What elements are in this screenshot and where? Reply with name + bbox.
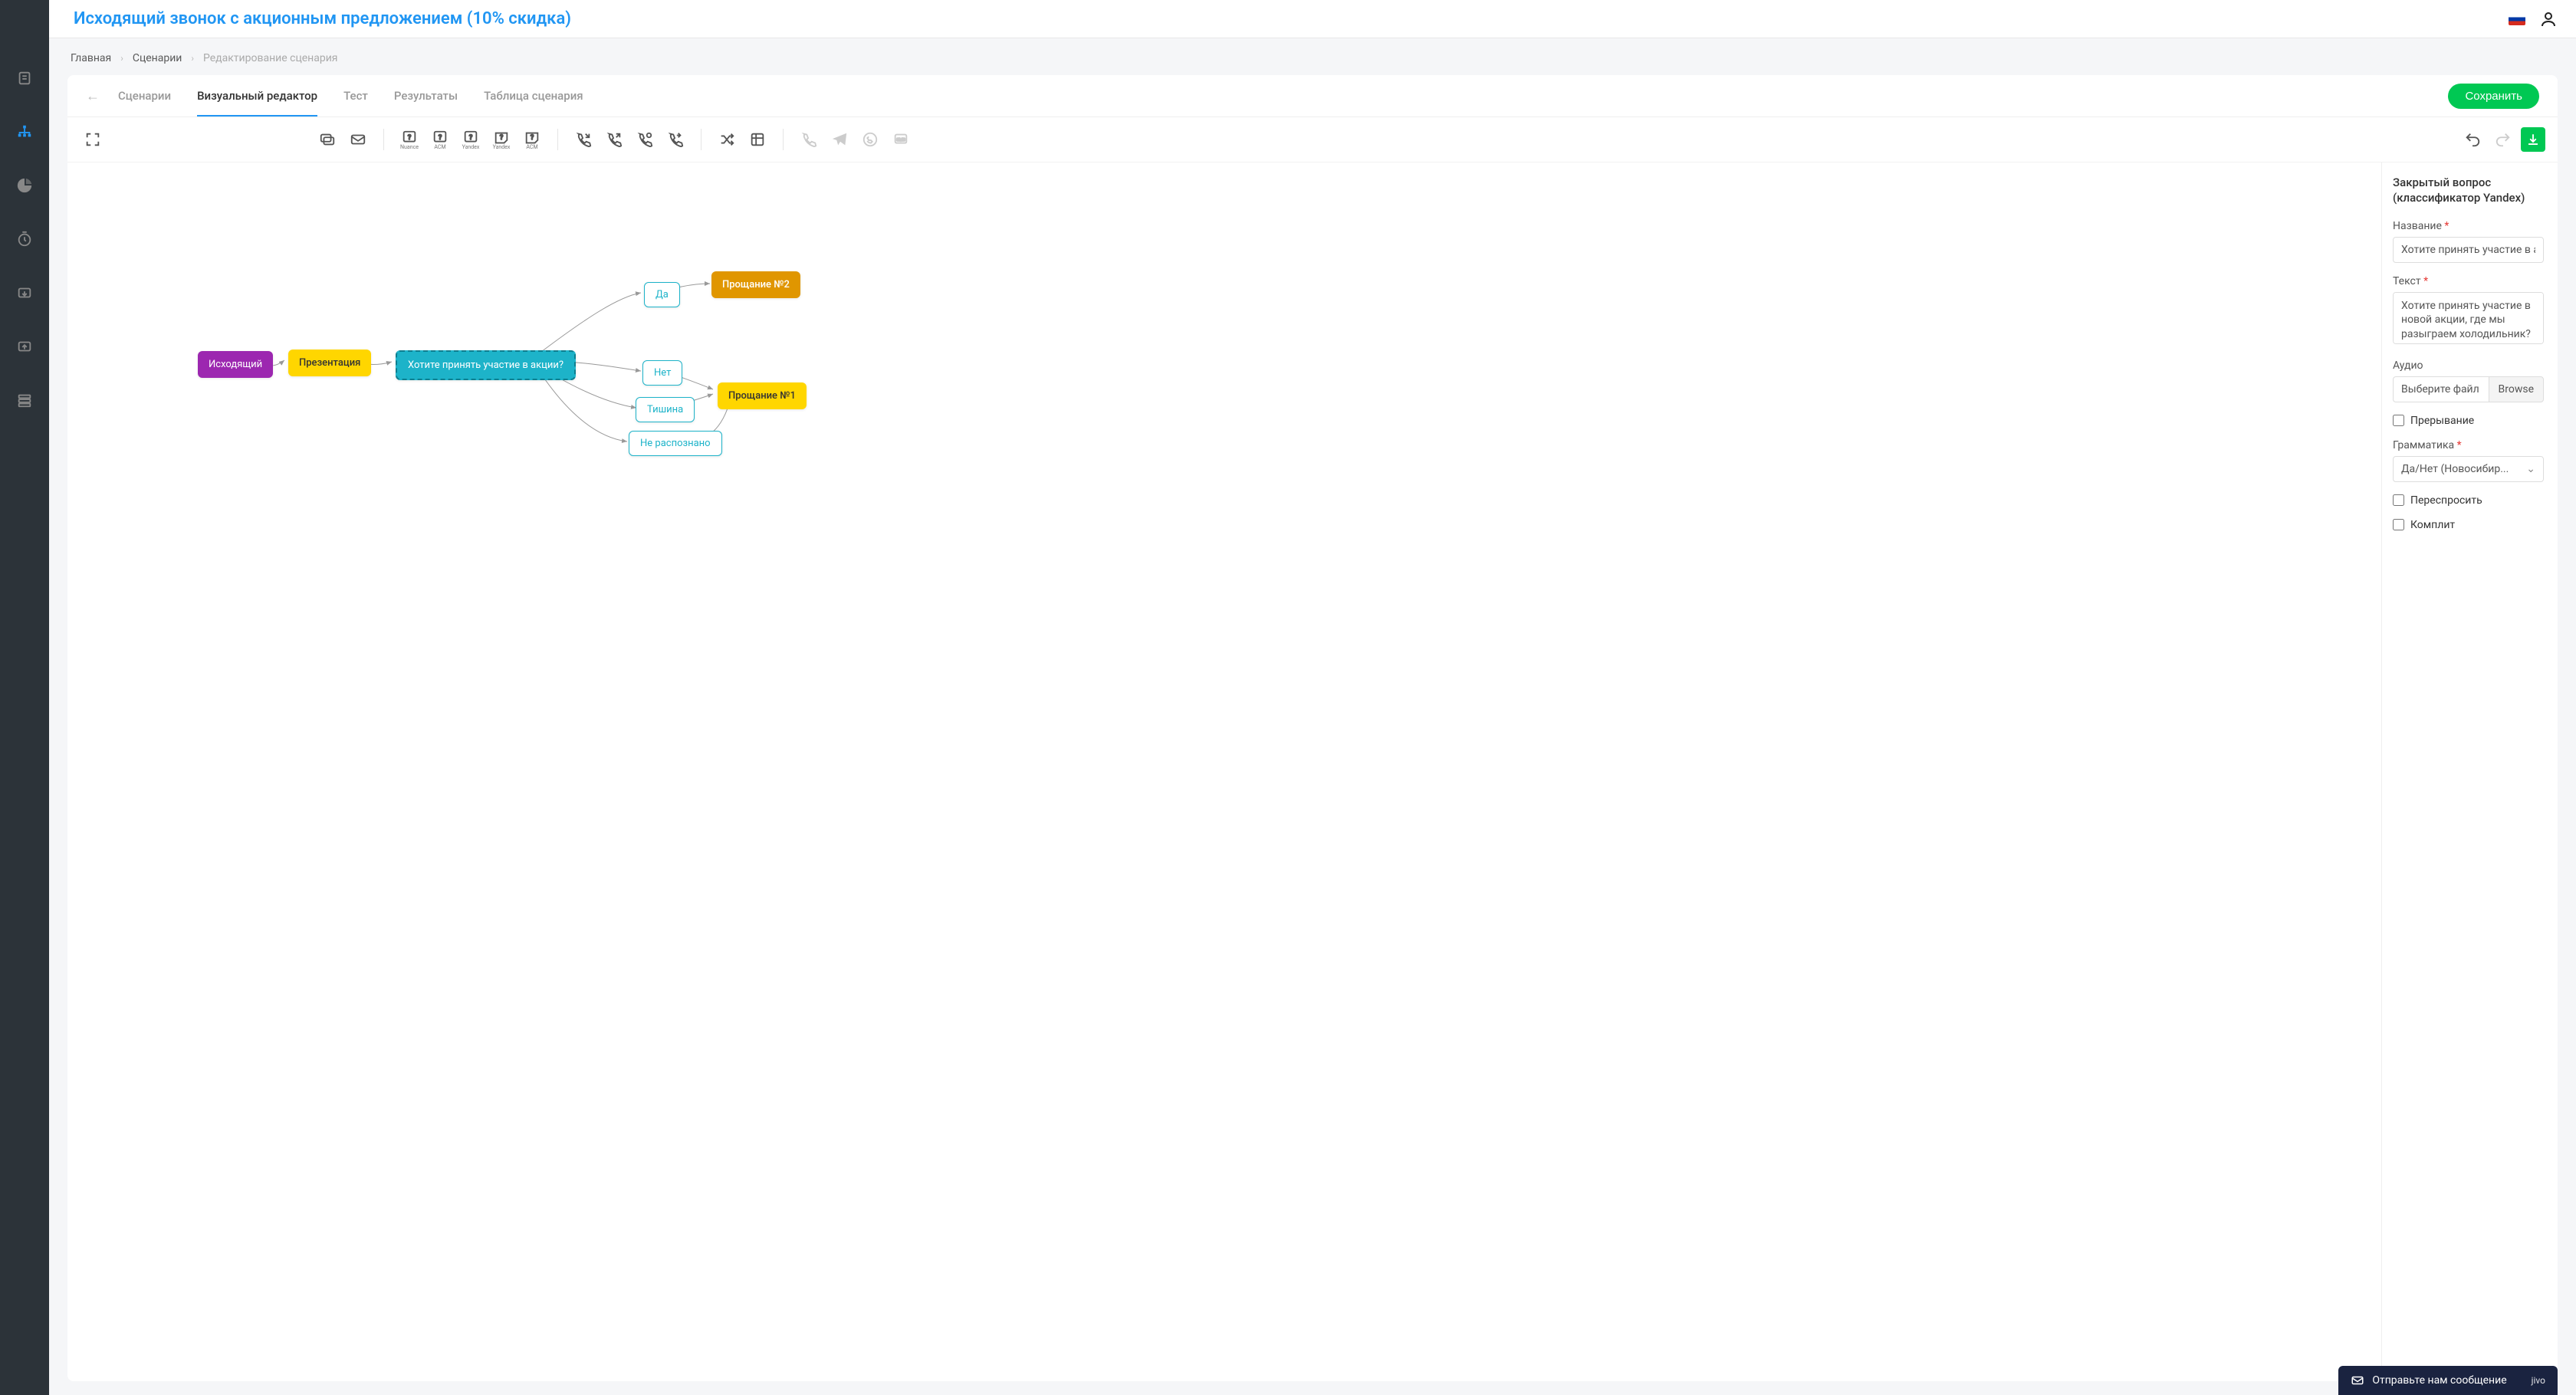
reask-checkbox[interactable]	[2393, 494, 2404, 506]
user-icon[interactable]	[2539, 10, 2558, 28]
page-title: Исходящий звонок с акционным предложение…	[74, 9, 571, 28]
breadcrumb-item[interactable]: Главная	[71, 52, 111, 64]
question-nuance-icon[interactable]: ?Nuance	[396, 126, 422, 153]
node-farewell1[interactable]: Прощание №1	[718, 382, 807, 409]
undo-icon[interactable]	[2459, 126, 2486, 153]
node-outgoing[interactable]: Исходящий	[198, 351, 273, 378]
tabs-row: ← Сценарии Визуальный редактор Тест Резу…	[67, 75, 2558, 117]
svg-text:?: ?	[408, 133, 411, 141]
node-question[interactable]: Хотите принять участие в акции?	[396, 350, 576, 380]
top-header: Исходящий звонок с акционным предложение…	[49, 0, 2576, 38]
breadcrumb-item[interactable]: Сценарии	[133, 52, 182, 64]
tab-scenarios[interactable]: Сценарии	[118, 75, 171, 117]
nav-icon-inbox[interactable]	[15, 284, 34, 302]
fullscreen-icon[interactable]	[80, 126, 106, 153]
complete-checkbox[interactable]	[2393, 519, 2404, 530]
save-button[interactable]: Сохранить	[2448, 84, 2539, 109]
question-acm-icon[interactable]: ?ACM	[427, 126, 453, 153]
breadcrumb: Главная › Сценарии › Редактирование сцен…	[71, 52, 2558, 64]
tab-results[interactable]: Результаты	[394, 75, 458, 117]
node-yes[interactable]: Да	[644, 282, 680, 307]
text-label: Текст *	[2393, 275, 2544, 287]
mail-icon	[2351, 1374, 2364, 1387]
tab-table[interactable]: Таблица сценария	[484, 75, 583, 117]
flow-canvas[interactable]: Исходящий Презентация Хотите принять уча…	[67, 162, 2381, 1381]
nav-icon-timer[interactable]	[15, 230, 34, 248]
chat-widget-brand: jivo	[2532, 1375, 2545, 1386]
flag-ru-icon[interactable]	[2509, 13, 2525, 25]
props-title: Закрытый вопрос (классификатор Yandex)	[2393, 175, 2544, 206]
sms-icon[interactable]: SMS	[888, 126, 914, 153]
sidebar-nav	[0, 0, 49, 1395]
viber-icon[interactable]	[796, 126, 822, 153]
nav-icon-list[interactable]	[15, 69, 34, 87]
main-panel: ← Сценарии Визуальный редактор Тест Резу…	[67, 75, 2558, 1381]
complete-label: Комплит	[2410, 519, 2455, 531]
toolbar: ?Nuance ?ACM ?Yandex ?Yandex ?ACM	[67, 117, 2558, 162]
svg-text:?: ?	[469, 133, 472, 141]
svg-text:?: ?	[500, 133, 503, 141]
tab-visual-editor[interactable]: Визуальный редактор	[197, 75, 317, 117]
phone-out-icon[interactable]	[601, 126, 627, 153]
reask-label: Переспросить	[2410, 494, 2482, 507]
browse-button[interactable]: Browse	[2489, 376, 2544, 402]
node-no[interactable]: Нет	[642, 360, 682, 386]
whatsapp-icon[interactable]	[857, 126, 883, 153]
grammar-label: Грамматика *	[2393, 439, 2544, 451]
breadcrumb-current: Редактирование сценария	[203, 52, 338, 64]
interrupt-checkbox[interactable]	[2393, 415, 2404, 426]
chat-widget[interactable]: Отправьте нам сообщение jivo	[2338, 1366, 2558, 1395]
name-input[interactable]	[2393, 237, 2544, 263]
phone-transfer-icon[interactable]	[662, 126, 688, 153]
nav-icon-chart[interactable]	[15, 176, 34, 195]
mail-icon[interactable]	[345, 126, 371, 153]
svg-text:?: ?	[439, 133, 442, 141]
chevron-down-icon: ⌄	[2526, 463, 2535, 475]
chevron-right-icon: ›	[120, 53, 123, 64]
name-label: Название *	[2393, 220, 2544, 232]
question-yandex-icon[interactable]: ?Yandex	[458, 126, 484, 153]
svg-text:?: ?	[531, 133, 534, 141]
telegram-icon[interactable]	[826, 126, 853, 153]
nav-icon-server[interactable]	[15, 391, 34, 409]
question-yandex2-icon[interactable]: ?Yandex	[488, 126, 514, 153]
chat-widget-text: Отправьте нам сообщение	[2372, 1374, 2506, 1387]
node-presentation[interactable]: Презентация	[288, 350, 371, 376]
svg-text:SMS: SMS	[896, 138, 905, 143]
chevron-right-icon: ›	[191, 53, 194, 64]
properties-panel: Закрытый вопрос (классификатор Yandex) Н…	[2381, 162, 2558, 1381]
grid-icon[interactable]	[744, 126, 770, 153]
redo-icon[interactable]	[2490, 126, 2516, 153]
nav-icon-outbox[interactable]	[15, 337, 34, 356]
nav-icon-sitemap[interactable]	[15, 123, 34, 141]
tab-test[interactable]: Тест	[343, 75, 368, 117]
chat-icon[interactable]	[314, 126, 340, 153]
download-button[interactable]	[2521, 127, 2545, 152]
node-silence[interactable]: Тишина	[636, 397, 695, 422]
grammar-select[interactable]: Да/Нет (Новосибир... ⌄	[2393, 456, 2544, 482]
question-acm2-icon[interactable]: ?ACM	[519, 126, 545, 153]
node-unrecognized[interactable]: Не распознано	[629, 431, 722, 456]
back-arrow-icon[interactable]: ←	[86, 88, 100, 104]
phone-in-icon[interactable]	[570, 126, 596, 153]
shuffle-icon[interactable]	[714, 126, 740, 153]
interrupt-label: Прерывание	[2410, 415, 2474, 427]
node-farewell2[interactable]: Прощание №2	[711, 271, 800, 298]
text-textarea[interactable]: Хотите принять участие в новой акции, гд…	[2393, 292, 2544, 344]
audio-label: Аудио	[2393, 359, 2544, 372]
phone-sound-icon[interactable]	[632, 126, 658, 153]
audio-file-display: Выберите файл	[2393, 376, 2489, 402]
